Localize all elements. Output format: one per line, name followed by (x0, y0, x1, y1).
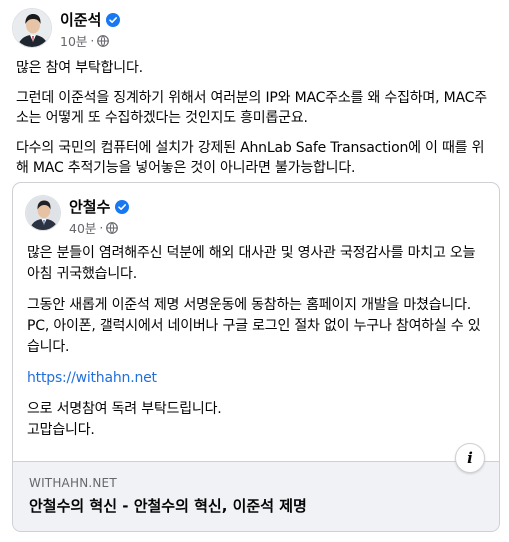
shared-paragraph: 많은 분들이 염려해주신 덕분에 해외 대사관 및 영사관 국정감사를 마치고 … (27, 245, 476, 282)
verified-badge-icon (106, 12, 121, 27)
author-name[interactable]: 이준석 (60, 9, 101, 30)
shared-post-meta: 40분 · (69, 218, 129, 237)
shared-paragraph: 그동안 새롭게 이준석 제명 서명운동에 동참하는 홈페이지 개발을 마쳤습니다… (27, 297, 472, 313)
shared-author-row: 안철수 (69, 196, 130, 217)
post-meta: 10분 · (60, 31, 120, 50)
author-avatar[interactable] (12, 8, 52, 48)
shared-link[interactable]: https://withahn.net (27, 370, 157, 386)
shared-link-paragraph: https://withahn.net (27, 368, 487, 389)
globe-icon (106, 221, 119, 234)
meta-separator: · (99, 220, 104, 235)
post-paragraph: 그런데 이준석을 징계하기 위해서 여러분의 IP와 MAC주소를 왜 수집하며… (16, 90, 487, 126)
globe-icon (97, 34, 110, 47)
post-header: 이준석 10분 · (12, 8, 121, 50)
shared-post-card[interactable]: 안철수 40분 · 많은 분들이 염려해주신 덕분에 해외 대사관 및 영사관 … (12, 182, 500, 532)
shared-post-body: 많은 분들이 염려해주신 덕분에 해외 대사관 및 영사관 국정감사를 마치고 … (27, 243, 487, 451)
shared-author-name[interactable]: 안철수 (69, 196, 110, 217)
shared-header-text: 안철수 40분 · (69, 195, 130, 237)
shared-closing-2: 고맙습니다. (27, 422, 95, 438)
link-preview-title[interactable]: 안철수의 혁신 - 안철수의 혁신, 이준석 제명 (29, 495, 307, 516)
shared-closing-1: 으로 서명참여 독려 부탁드립니다. (27, 401, 222, 417)
post-paragraph: 많은 참여 부탁합니다. (16, 60, 143, 76)
author-row: 이준석 (60, 9, 121, 30)
info-icon[interactable]: i (455, 443, 485, 473)
verified-badge-icon (115, 199, 130, 214)
shared-post-header: 안철수 40분 · (25, 195, 130, 237)
post-body: 많은 참여 부탁합니다. 그런데 이준석을 징계하기 위해서 여러분의 IP와 … (16, 58, 496, 188)
link-preview-domain: WITHAHN.NET (29, 476, 117, 490)
meta-separator: · (90, 33, 95, 48)
shared-paragraph: PC, 아이폰, 갤럭시에서 네이버나 구글 로그인 절차 없이 누구나 참여하… (27, 318, 481, 355)
post-time[interactable]: 10분 (60, 31, 87, 50)
shared-author-avatar[interactable] (25, 195, 61, 231)
post-header-text: 이준석 10분 · (60, 8, 121, 50)
shared-post-time[interactable]: 40분 (69, 218, 96, 237)
link-preview[interactable]: WITHAHN.NET 안철수의 혁신 - 안철수의 혁신, 이준석 제명 (13, 461, 499, 531)
post-paragraph: 다수의 국민의 컴퓨터에 설치가 강제된 AhnLab Safe Transac… (16, 140, 485, 176)
